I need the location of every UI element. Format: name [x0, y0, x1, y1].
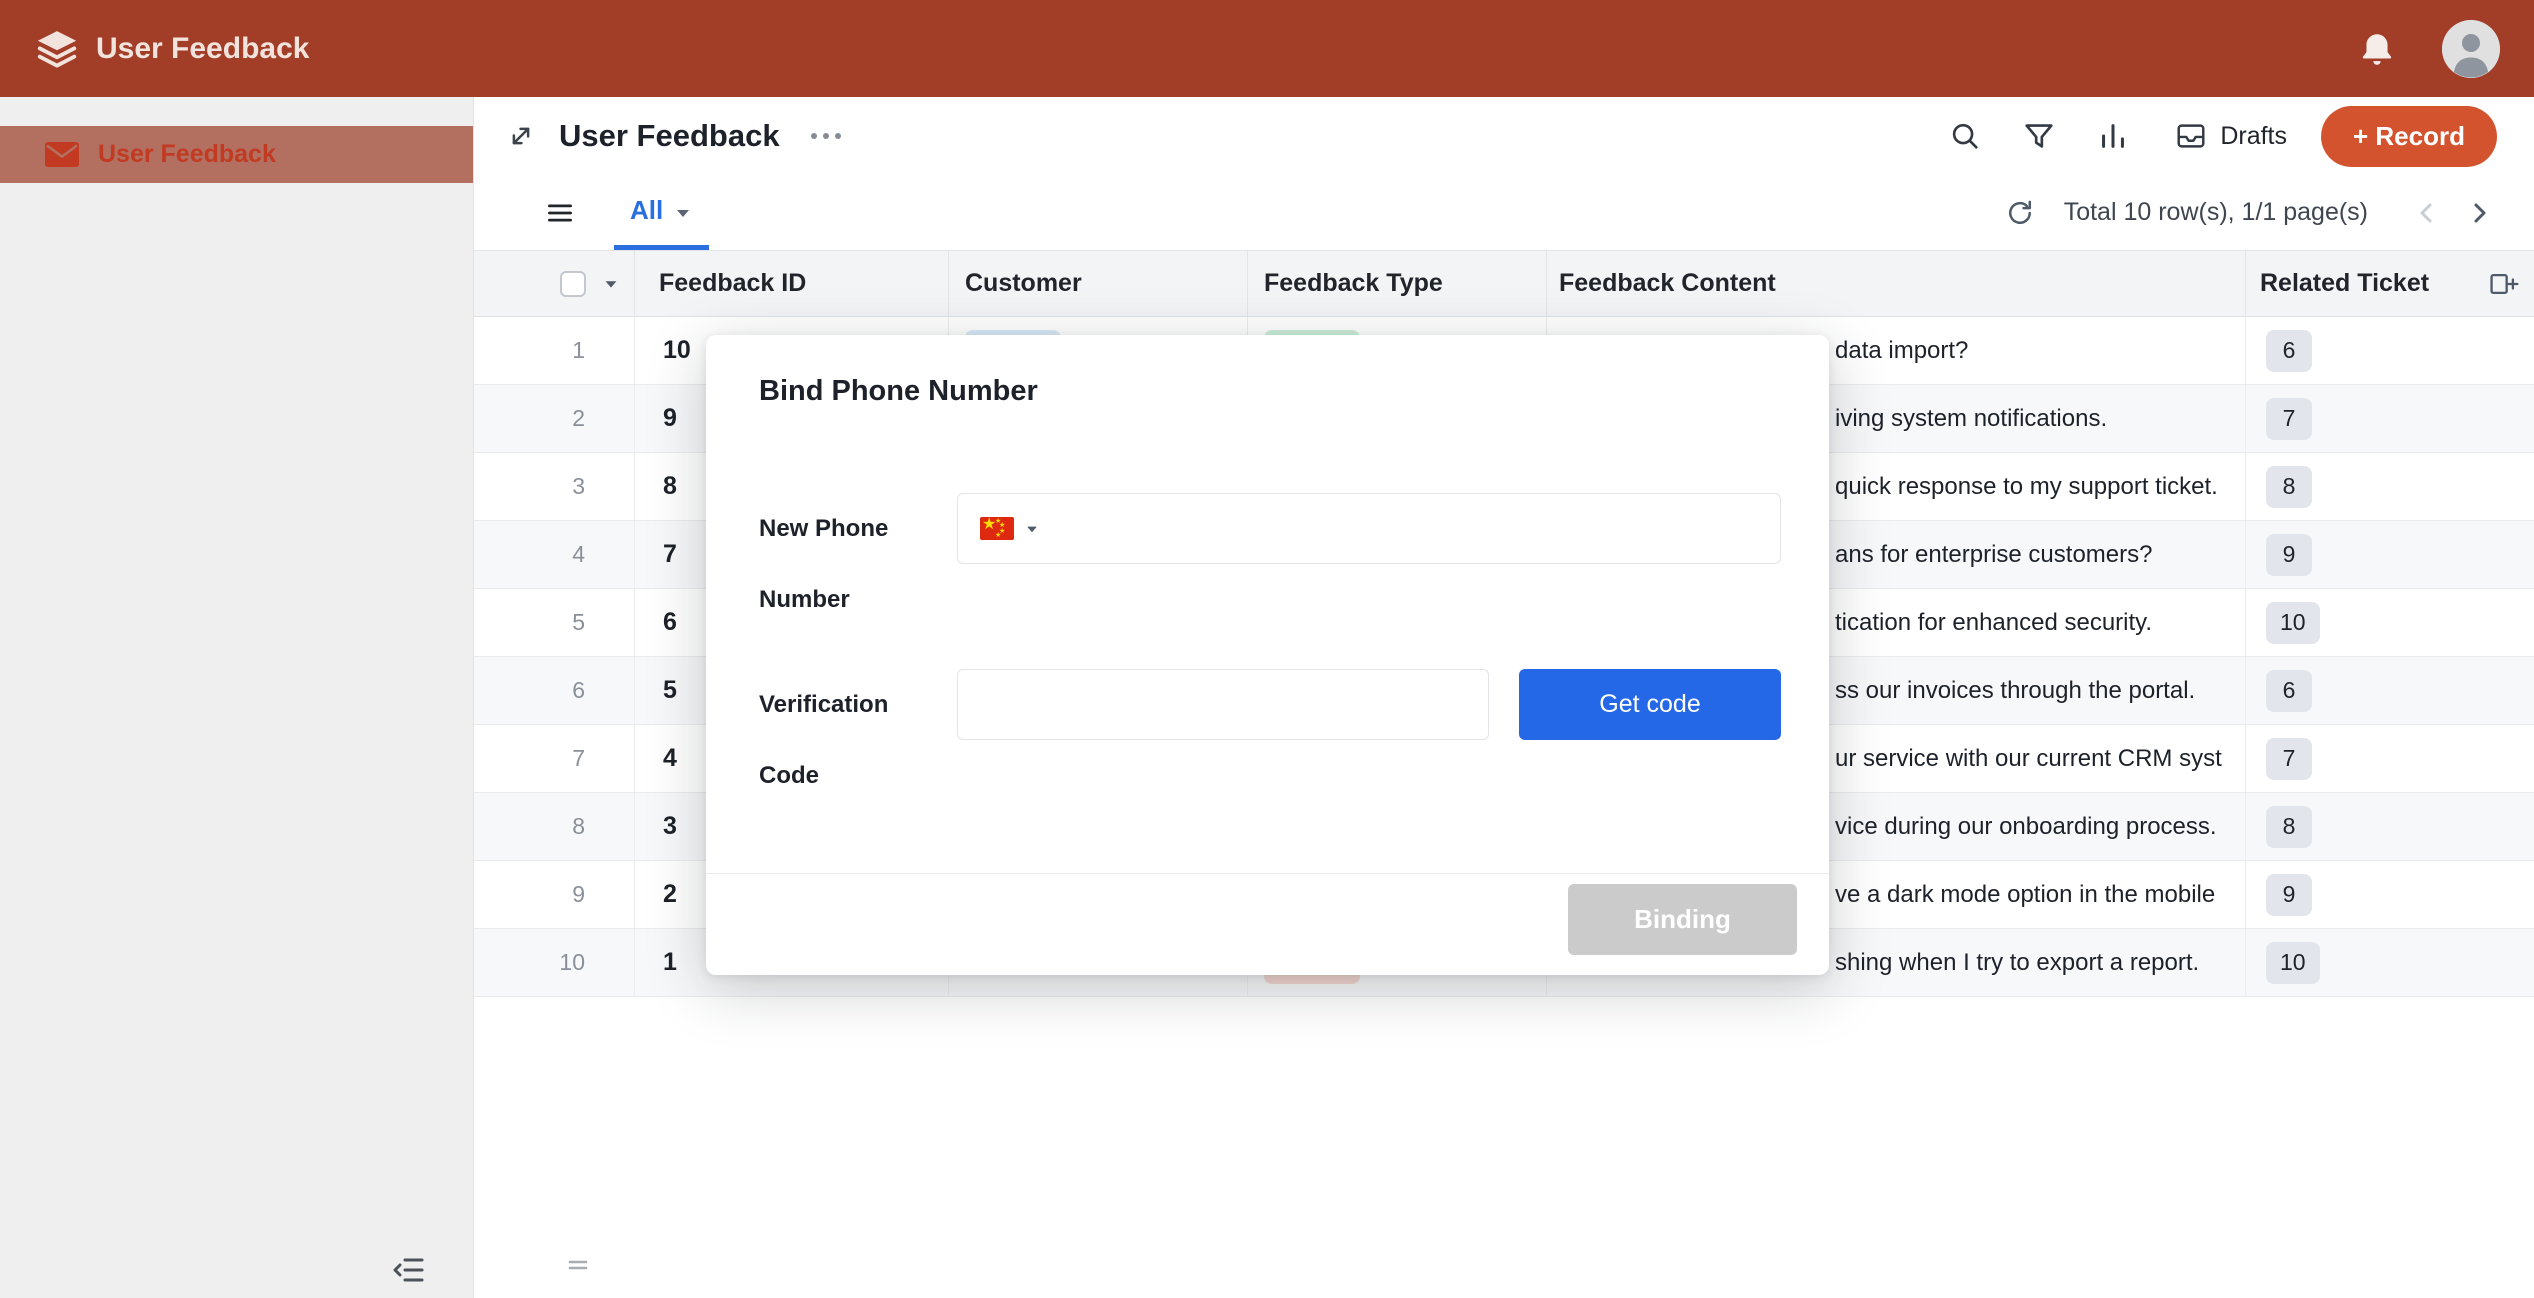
- phone-number-input[interactable]: [1054, 494, 1780, 563]
- cell-related-ticket[interactable]: 6: [2246, 657, 2534, 724]
- modal-title: Bind Phone Number: [759, 375, 1038, 408]
- row-number[interactable]: 4: [474, 521, 635, 588]
- chevron-right-icon[interactable]: [2464, 198, 2494, 228]
- drafts-icon: [2174, 119, 2208, 153]
- row-number[interactable]: 8: [474, 793, 635, 860]
- related-ticket-chip: 6: [2266, 330, 2312, 372]
- column-header-feedback-id[interactable]: Feedback ID: [635, 251, 949, 316]
- related-ticket-chip: 8: [2266, 466, 2312, 508]
- cell-related-ticket[interactable]: 9: [2246, 521, 2534, 588]
- related-ticket-chip: 8: [2266, 806, 2312, 848]
- verification-code-input[interactable]: [957, 669, 1489, 740]
- add-record-button[interactable]: + Record: [2321, 106, 2497, 167]
- row-number[interactable]: 2: [474, 385, 635, 452]
- column-header-customer[interactable]: Customer: [949, 251, 1248, 316]
- caret-down-icon: [1024, 521, 1040, 537]
- column-header-feedback-content[interactable]: Feedback Content: [1547, 251, 2246, 316]
- add-field-icon[interactable]: [2488, 268, 2520, 300]
- modal-footer-divider: [706, 873, 1829, 874]
- related-ticket-chip: 9: [2266, 534, 2312, 576]
- view-bar: All Total 10 row(s), 1/1 page(s): [474, 175, 2534, 250]
- app-title: User Feedback: [96, 32, 309, 66]
- chevron-left-icon[interactable]: [2412, 198, 2442, 228]
- mail-icon: [44, 141, 80, 168]
- collapse-sidebar-icon[interactable]: [391, 1253, 427, 1287]
- chart-icon[interactable]: [2096, 119, 2130, 153]
- user-avatar[interactable]: [2442, 20, 2500, 78]
- table-header: Feedback ID Customer Feedback Type Feedb…: [474, 250, 2534, 317]
- filter-icon[interactable]: [2022, 119, 2056, 153]
- notifications-bell-icon[interactable]: [2358, 30, 2396, 68]
- toolbar: User Feedback Drafts + Record: [474, 97, 2534, 175]
- chevron-down-icon: [673, 203, 693, 223]
- select-all-checkbox[interactable]: [560, 271, 586, 297]
- cell-related-ticket[interactable]: 9: [2246, 861, 2534, 928]
- row-number[interactable]: 5: [474, 589, 635, 656]
- column-header-feedback-type[interactable]: Feedback Type: [1248, 251, 1547, 316]
- sidebar: User Feedback: [0, 97, 474, 1298]
- row-number[interactable]: 7: [474, 725, 635, 792]
- new-phone-label: New Phone Number: [759, 493, 955, 635]
- cell-related-ticket[interactable]: 10: [2246, 929, 2534, 996]
- bind-phone-modal: Bind Phone Number New Phone Number ★ ★★ …: [706, 335, 1829, 975]
- chevron-down-icon[interactable]: [602, 275, 620, 293]
- drafts-label: Drafts: [2220, 122, 2287, 151]
- sidebar-item-label: User Feedback: [98, 140, 276, 169]
- cell-related-ticket[interactable]: 10: [2246, 589, 2534, 656]
- cell-related-ticket[interactable]: 8: [2246, 793, 2534, 860]
- sidebar-item-user-feedback[interactable]: User Feedback: [0, 126, 473, 183]
- row-number[interactable]: 3: [474, 453, 635, 520]
- country-selector[interactable]: ★ ★★ ★★: [980, 517, 1040, 540]
- select-all-header: [474, 251, 635, 316]
- row-number[interactable]: 1: [474, 317, 635, 384]
- avatar-person-icon: [2442, 20, 2500, 78]
- cell-related-ticket[interactable]: 6: [2246, 317, 2534, 384]
- expand-icon[interactable]: [505, 120, 537, 152]
- app-logo-icon: [34, 26, 80, 72]
- tab-all[interactable]: All: [614, 175, 709, 250]
- cell-related-ticket[interactable]: 7: [2246, 725, 2534, 792]
- more-icon[interactable]: [806, 122, 846, 150]
- related-ticket-chip: 10: [2266, 942, 2320, 984]
- row-number[interactable]: 9: [474, 861, 635, 928]
- related-ticket-chip: 10: [2266, 602, 2320, 644]
- related-ticket-chip: 7: [2266, 398, 2312, 440]
- search-icon[interactable]: [1948, 119, 1982, 153]
- page-title: User Feedback: [559, 118, 780, 154]
- tab-all-label: All: [630, 195, 663, 226]
- cell-related-ticket[interactable]: 8: [2246, 453, 2534, 520]
- phone-input[interactable]: ★ ★★ ★★: [957, 493, 1781, 564]
- views-list-icon[interactable]: [544, 197, 576, 229]
- topbar: User Feedback: [0, 0, 2534, 97]
- drafts-button[interactable]: Drafts: [2174, 119, 2287, 153]
- row-number[interactable]: 6: [474, 657, 635, 724]
- related-ticket-chip: 7: [2266, 738, 2312, 780]
- row-count-summary: Total 10 row(s), 1/1 page(s): [2064, 198, 2368, 227]
- related-ticket-chip: 9: [2266, 874, 2312, 916]
- binding-submit-button[interactable]: Binding: [1568, 884, 1797, 955]
- refresh-icon[interactable]: [2004, 197, 2036, 229]
- table-footer-icon[interactable]: [566, 1257, 590, 1273]
- china-flag-icon: ★ ★★ ★★: [980, 517, 1014, 540]
- row-number[interactable]: 10: [474, 929, 635, 996]
- verification-code-label: Verification Code: [759, 669, 955, 811]
- get-code-button[interactable]: Get code: [1519, 669, 1781, 740]
- related-ticket-chip: 6: [2266, 670, 2312, 712]
- cell-related-ticket[interactable]: 7: [2246, 385, 2534, 452]
